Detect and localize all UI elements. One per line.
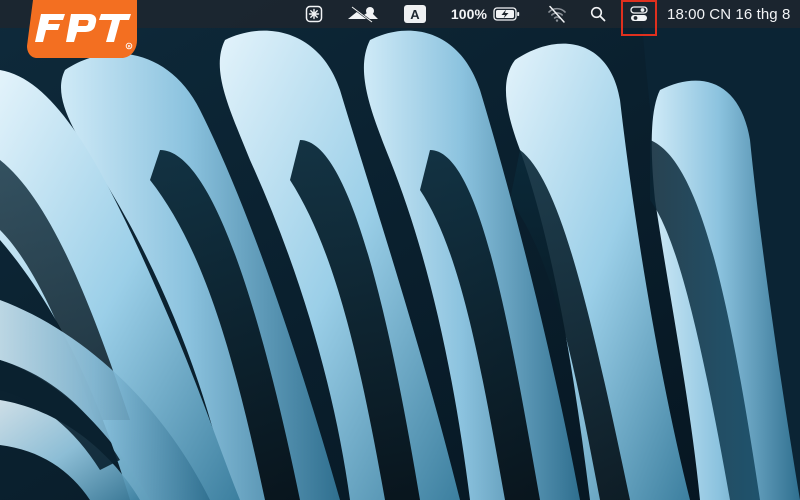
eye-off-icon[interactable] bbox=[345, 0, 381, 28]
fpt-logo: R bbox=[27, 0, 137, 58]
desktop: A 100% 18:00 CN 16 thg 8 R bbox=[0, 0, 800, 500]
battery-percent[interactable]: 100% bbox=[448, 0, 490, 28]
menu-clock[interactable]: 18:00 CN 16 thg 8 bbox=[667, 0, 800, 28]
input-source-label: A bbox=[404, 5, 426, 23]
control-center-highlight bbox=[621, 0, 657, 36]
wallpaper bbox=[0, 0, 800, 500]
search-icon[interactable] bbox=[586, 0, 610, 28]
screen-time-icon[interactable] bbox=[301, 0, 327, 28]
svg-text:R: R bbox=[128, 44, 131, 48]
battery-charging-icon[interactable] bbox=[492, 0, 522, 28]
input-source-icon[interactable]: A bbox=[402, 0, 428, 28]
wifi-off-icon[interactable] bbox=[545, 0, 569, 28]
